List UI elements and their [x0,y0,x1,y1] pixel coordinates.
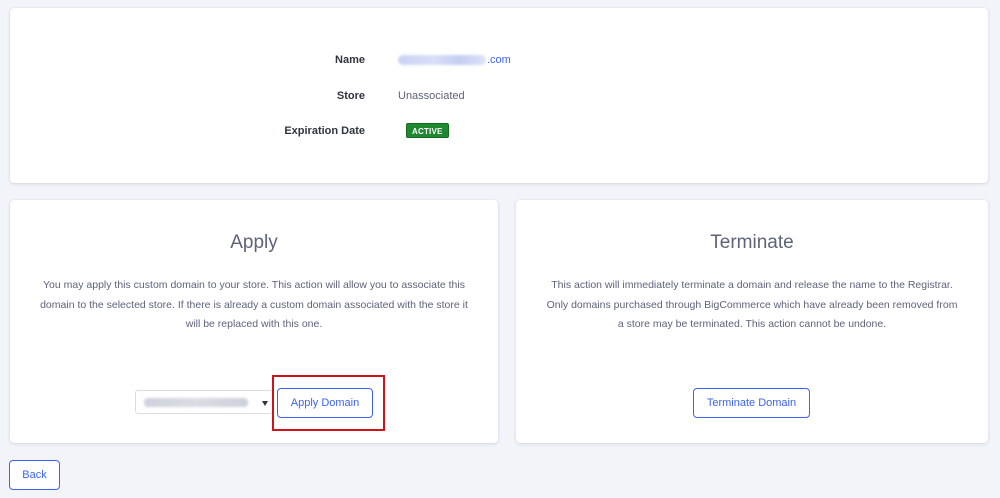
terminate-domain-button[interactable]: Terminate Domain [693,388,810,418]
apply-card: Apply You may apply this custom domain t… [10,200,498,443]
expiration-date-value: ACTIVE [406,121,449,141]
apply-description: You may apply this custom domain to your… [40,279,468,330]
caret-down-icon [262,401,268,406]
domain-name-suffix: .com [487,54,511,66]
domain-name-value: .com [398,50,511,70]
expiration-row: Expiration Date ACTIVE [10,121,988,141]
name-row: Name .com [10,50,988,70]
expiration-date-label: Expiration Date [284,125,365,137]
terminate-title: Terminate [710,232,794,253]
store-select[interactable] [135,390,273,414]
back-button[interactable]: Back [9,460,60,490]
status-badge: ACTIVE [406,123,449,138]
apply-title: Apply [230,232,278,253]
store-row: Store Unassociated [10,86,988,106]
selected-store-redacted [144,398,248,407]
redacted-domain-name [398,55,486,66]
terminate-card: Terminate This action will immediately t… [516,200,988,443]
store-value: Unassociated [398,90,465,102]
name-label: Name [335,54,365,66]
apply-domain-button[interactable]: Apply Domain [277,388,373,418]
domain-info-card: Name .com Store Unassociated Expiration … [10,8,988,183]
terminate-description: This action will immediately terminate a… [546,279,958,330]
store-label: Store [336,90,365,102]
